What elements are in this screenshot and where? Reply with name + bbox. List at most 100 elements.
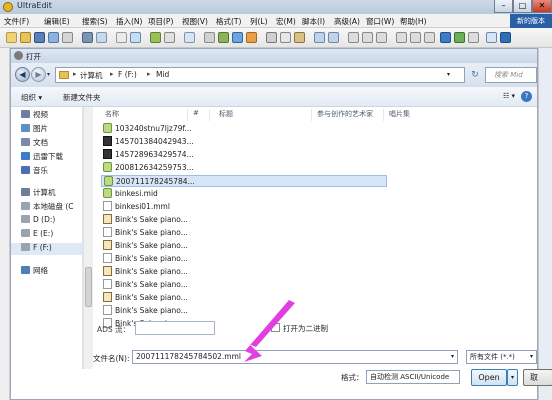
browser-icon[interactable] — [454, 32, 465, 43]
file-row[interactable]: Bink's Sake piano... — [103, 227, 263, 239]
undo-icon[interactable] — [314, 32, 325, 43]
file-row[interactable]: Bink's Sake piano... — [103, 305, 263, 317]
copy-icon[interactable] — [280, 32, 291, 43]
file-row[interactable]: 103240stnu7ljz79f... — [103, 123, 263, 135]
compare-icon[interactable] — [232, 32, 243, 43]
column-divider[interactable] — [383, 109, 384, 121]
refresh-icon[interactable]: ↻ — [467, 67, 483, 83]
history-dropdown-icon[interactable]: ▾ — [47, 71, 50, 78]
nav-pane-scrollbar[interactable] — [83, 107, 93, 369]
filter-dropdown-icon[interactable]: ▾ — [530, 351, 533, 363]
column-divider[interactable] — [311, 109, 312, 121]
menu-format[interactable]: 格式(T) — [216, 16, 241, 27]
function-list-icon[interactable] — [424, 32, 435, 43]
nav-item-drive-c[interactable]: 本地磁盘 (C — [21, 201, 74, 213]
organize-button[interactable]: 组织 ▾ — [21, 92, 42, 103]
open-file-icon[interactable] — [20, 32, 31, 43]
menu-edit[interactable]: 编辑(E) — [44, 16, 70, 27]
file-row[interactable]: 145728963429574... — [103, 149, 263, 161]
column-header-title[interactable]: 标题 — [219, 109, 233, 121]
search-input[interactable]: 搜索 Mid — [485, 67, 537, 83]
menu-insert[interactable]: 插入(N) — [116, 16, 142, 27]
goto-icon[interactable] — [410, 32, 421, 43]
new-folder-button[interactable]: 新建文件夹 — [63, 92, 101, 103]
ftp-icon[interactable] — [440, 32, 451, 43]
close-file-icon[interactable] — [62, 32, 73, 43]
scrollbar-thumb[interactable] — [85, 267, 92, 307]
menu-help[interactable]: 帮助(H) — [400, 16, 427, 27]
file-row[interactable]: 200812634259753... — [103, 162, 263, 174]
help-icon[interactable]: ? — [521, 91, 532, 102]
about-icon[interactable] — [500, 32, 511, 43]
encoding-select[interactable]: 自动检测 ASCII/Unicode — [366, 370, 460, 384]
breadcrumb-computer[interactable]: 计算机 — [80, 70, 103, 81]
column-mode-icon[interactable] — [150, 32, 161, 43]
menu-project[interactable]: 项目(P) — [148, 16, 173, 27]
breadcrumb-drive-f[interactable]: F (F:) — [118, 70, 137, 79]
nav-item-drive-d[interactable]: D (D:) — [21, 215, 55, 227]
list-icon[interactable] — [184, 32, 195, 43]
ads-stream-input[interactable] — [135, 321, 215, 335]
file-row[interactable]: Bink's Sake piano... — [103, 279, 263, 291]
file-row[interactable]: Bink's Sake piano... — [103, 292, 263, 304]
menu-file[interactable]: 文件(F) — [4, 16, 29, 27]
nav-item-pictures[interactable]: 图片 — [21, 123, 48, 135]
save-icon[interactable] — [34, 32, 45, 43]
file-row[interactable]: Bink's Sake piano... — [103, 266, 263, 278]
column-header-name[interactable]: 名称 — [105, 109, 119, 121]
print-preview-icon[interactable] — [96, 32, 107, 43]
close-button[interactable]: ✕ — [532, 0, 552, 13]
menu-column[interactable]: 列(L) — [250, 16, 268, 27]
column-divider[interactable] — [187, 109, 188, 121]
nav-item-drive-e[interactable]: E (E:) — [21, 229, 53, 241]
nav-item-computer[interactable]: 计算机 — [21, 187, 56, 199]
print-icon[interactable] — [82, 32, 93, 43]
indent-icon[interactable] — [348, 32, 359, 43]
nav-item-documents[interactable]: 文档 — [21, 137, 48, 149]
minimize-button[interactable]: – — [494, 0, 513, 13]
spell-check-icon[interactable] — [218, 32, 229, 43]
file-row-selected[interactable]: 200711178245784... — [101, 175, 387, 187]
column-divider[interactable] — [209, 109, 210, 121]
open-as-binary-label[interactable]: 打开为二进制 — [283, 323, 328, 334]
maximize-button[interactable]: □ — [513, 0, 532, 13]
filename-dropdown-icon[interactable]: ▾ — [451, 351, 454, 363]
breadcrumb-mid[interactable]: Mid — [156, 70, 169, 79]
menu-window[interactable]: 窗口(W) — [366, 16, 394, 27]
new-version-link[interactable]: 新的版本 — [510, 14, 552, 28]
new-file-icon[interactable] — [6, 32, 17, 43]
menu-advanced[interactable]: 高级(A) — [334, 16, 360, 27]
file-row[interactable]: binkesi01.mml — [103, 201, 263, 213]
nav-item-network[interactable]: 网络 — [21, 265, 48, 277]
column-header-number[interactable]: # — [193, 109, 199, 121]
refresh-icon[interactable] — [468, 32, 479, 43]
word-wrap-icon[interactable] — [130, 32, 141, 43]
file-row[interactable]: binkesi.mid — [103, 188, 263, 200]
forward-button[interactable]: ▶ — [31, 67, 46, 82]
view-options-icon[interactable]: ☷ ▾ — [503, 92, 515, 100]
back-button[interactable]: ◀ — [15, 67, 30, 82]
menu-macro[interactable]: 宏(M) — [276, 16, 296, 27]
settings-icon[interactable] — [486, 32, 497, 43]
find-icon[interactable] — [246, 32, 257, 43]
redo-icon[interactable] — [328, 32, 339, 43]
file-row[interactable]: 145701384042943... — [103, 136, 263, 148]
page-setup-icon[interactable] — [116, 32, 127, 43]
nav-item-videos[interactable]: 视频 — [21, 109, 48, 121]
file-row[interactable]: Bink's Sake piano... — [103, 214, 263, 226]
paste-icon[interactable] — [294, 32, 305, 43]
file-row[interactable]: Bink's Sake piano... — [103, 240, 263, 252]
outdent-icon[interactable] — [362, 32, 373, 43]
open-options-dropdown[interactable]: ▾ — [507, 369, 518, 386]
file-type-filter-select[interactable]: 所有文件 (*.*) ▾ — [466, 350, 537, 364]
filename-input[interactable]: 200711178245784502.mml ▾ — [132, 350, 458, 364]
bookmark-icon[interactable] — [396, 32, 407, 43]
column-header-artist[interactable]: 参与创作的艺术家 — [317, 109, 373, 121]
cut-mode-icon[interactable] — [204, 32, 215, 43]
column-header-album[interactable]: 唱片集 — [389, 109, 410, 121]
address-dropdown-icon[interactable]: ▾ — [447, 71, 450, 78]
hex-mode-icon[interactable] — [164, 32, 175, 43]
nav-item-drive-f[interactable]: F (F:) — [11, 243, 82, 255]
save-all-icon[interactable] — [48, 32, 59, 43]
cut-icon[interactable] — [266, 32, 277, 43]
